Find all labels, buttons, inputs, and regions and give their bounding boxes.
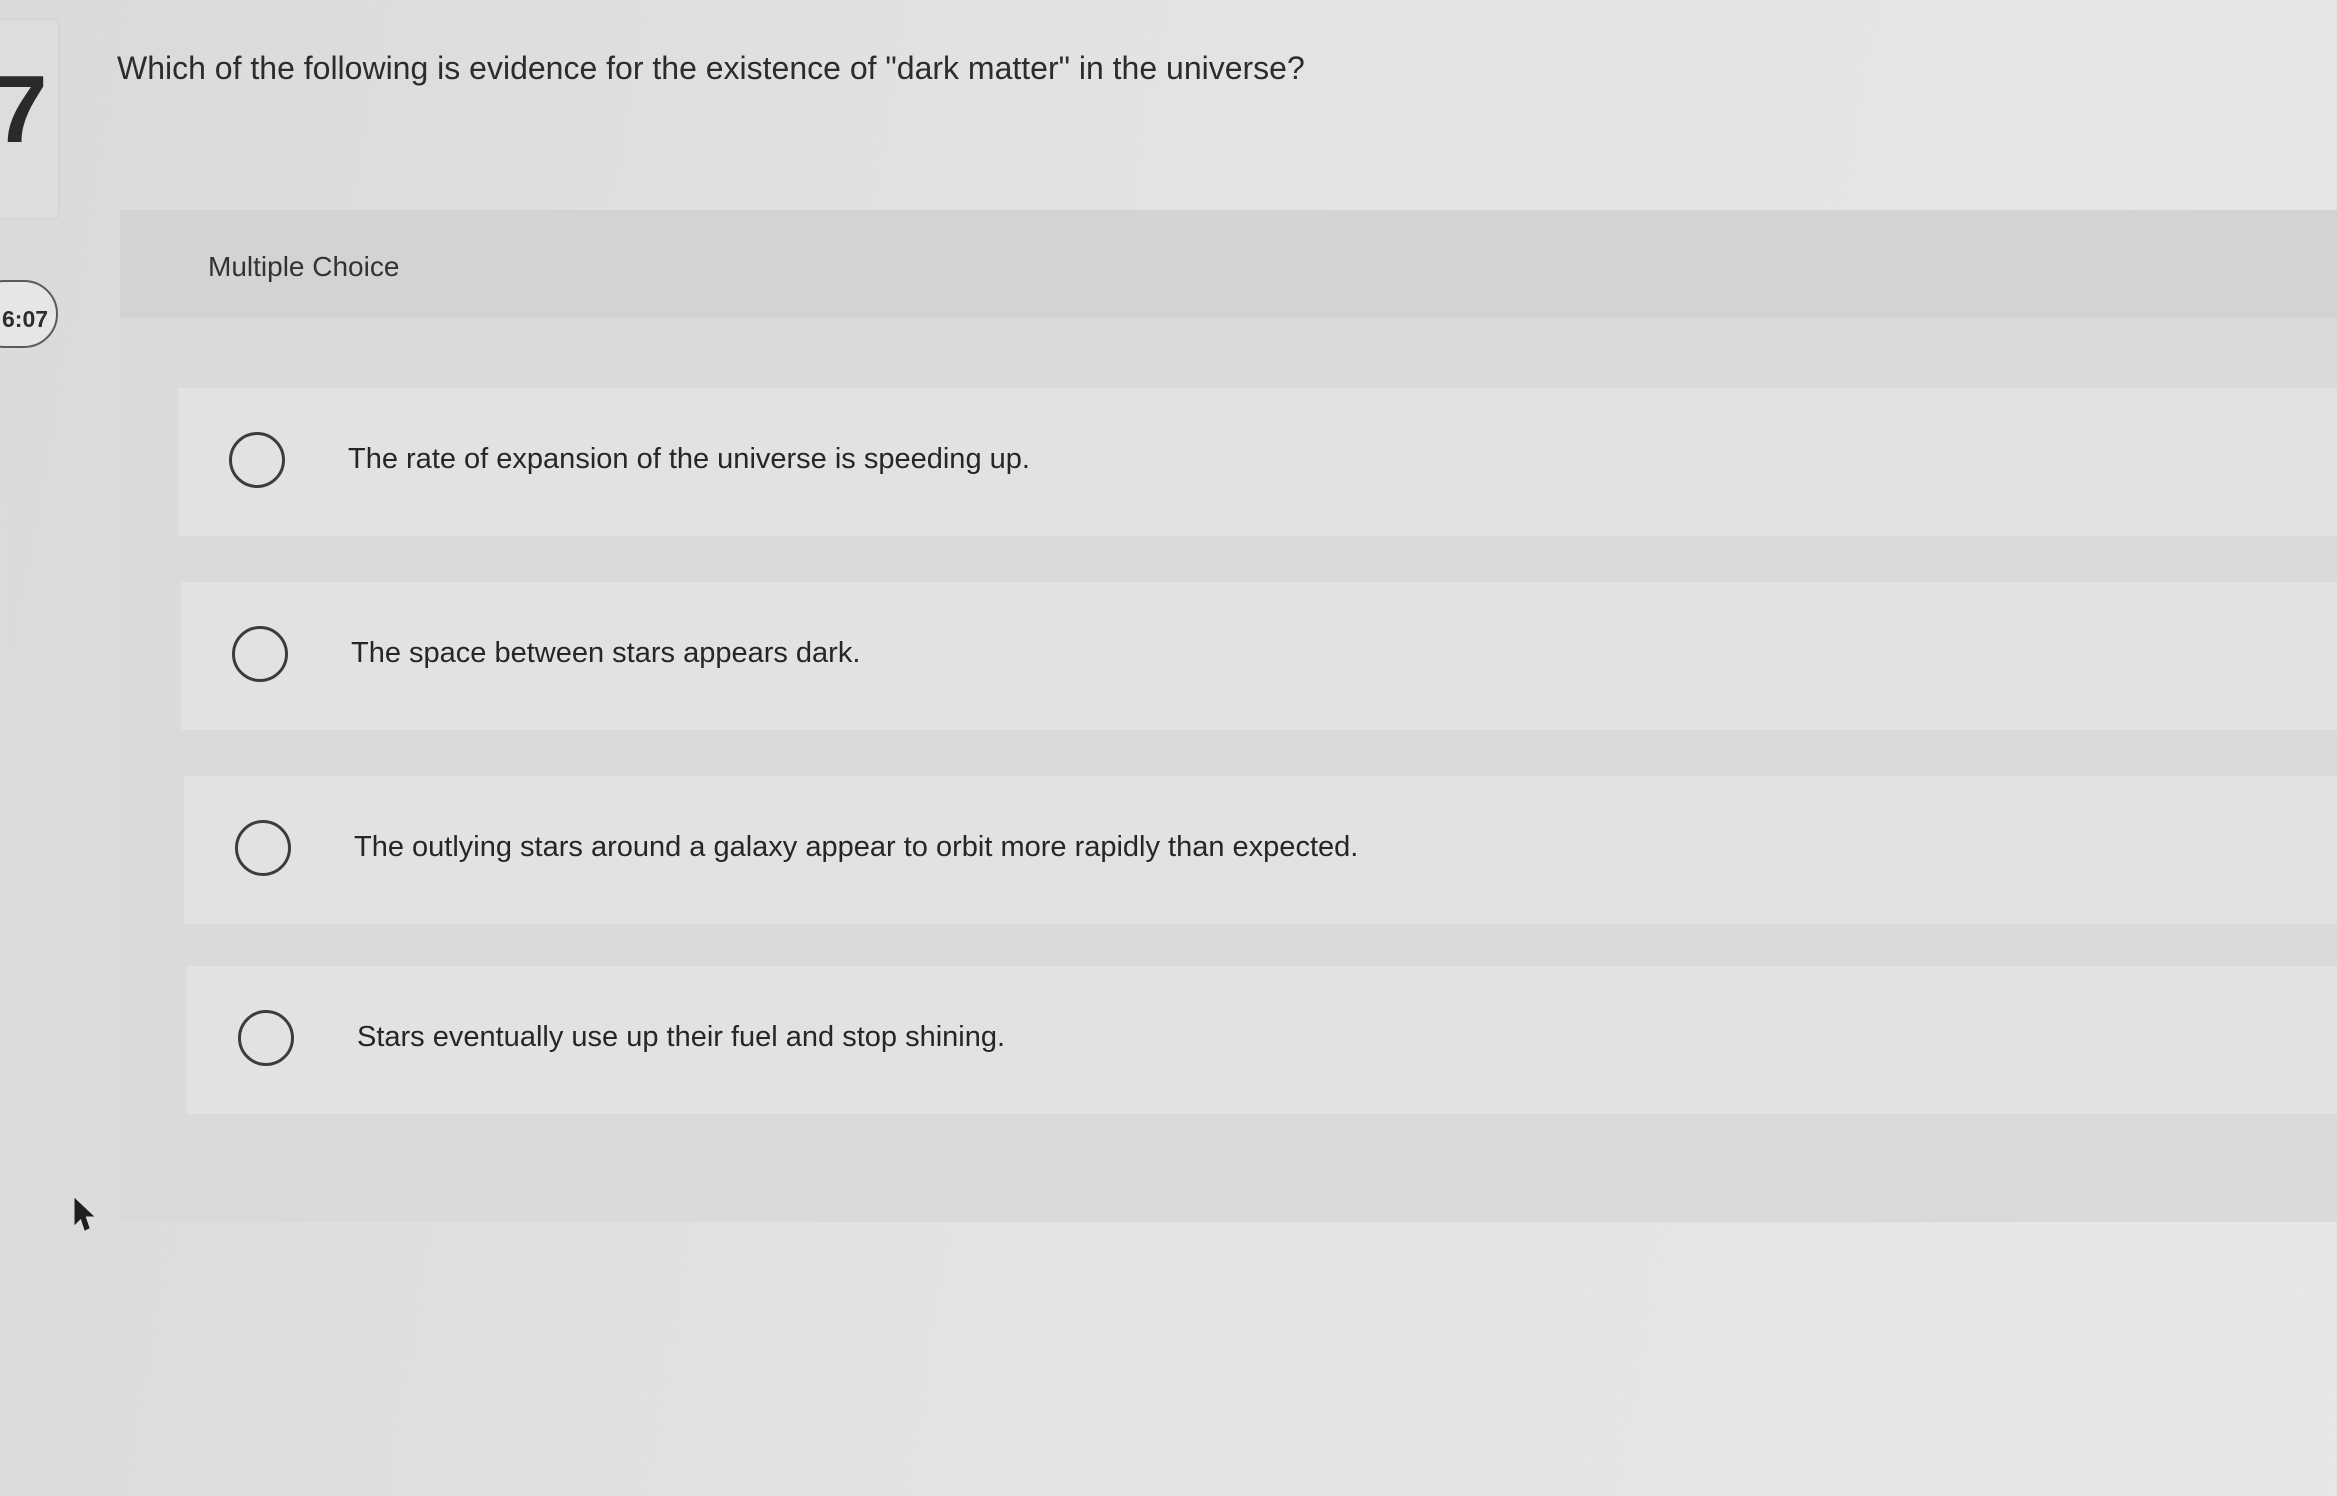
answer-option-label: The outlying stars around a galaxy appea…	[354, 831, 1359, 863]
answer-option-label: Stars eventually use up their fuel and s…	[357, 1021, 1006, 1053]
answer-option-2[interactable]: The space between stars appears dark.	[181, 582, 2337, 730]
radio-unselected-icon[interactable]	[229, 432, 285, 488]
answer-option-label: The rate of expansion of the universe is…	[348, 443, 1030, 475]
answer-option-1[interactable]: The rate of expansion of the universe is…	[178, 388, 2337, 536]
panel-header	[120, 210, 2337, 318]
answer-option-3[interactable]: The outlying stars around a galaxy appea…	[184, 776, 2337, 924]
answer-option-label: The space between stars appears dark.	[351, 637, 861, 669]
radio-unselected-icon[interactable]	[238, 1010, 294, 1066]
mouse-pointer-icon	[74, 1198, 95, 1231]
radio-unselected-icon[interactable]	[235, 820, 291, 876]
radio-unselected-icon[interactable]	[232, 626, 288, 682]
question-text: Which of the following is evidence for t…	[117, 50, 1305, 86]
question-number: 7	[0, 56, 48, 163]
timer-text: 6:07	[2, 306, 49, 332]
answer-option-4[interactable]: Stars eventually use up their fuel and s…	[187, 966, 2337, 1114]
question-type-label: Multiple Choice	[208, 251, 400, 282]
